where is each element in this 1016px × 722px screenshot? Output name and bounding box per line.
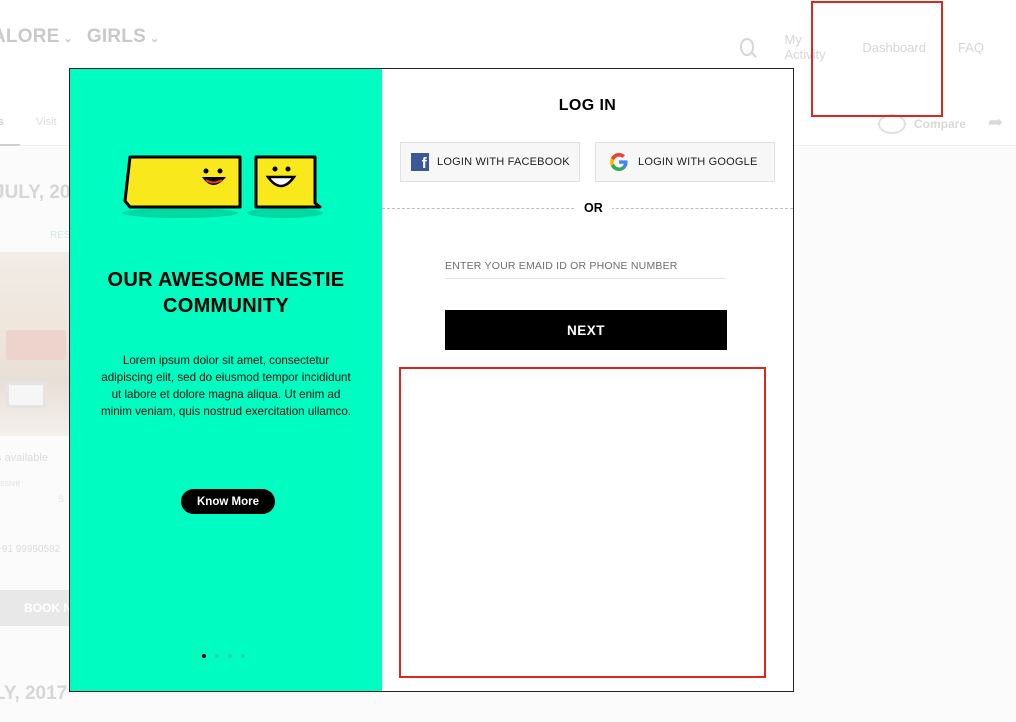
or-label: OR	[575, 201, 612, 215]
google-login-button[interactable]: LOGIN WITH GOOGLE	[595, 142, 775, 182]
promo-description: Lorem ipsum dolor sit amet, consectetur …	[100, 354, 351, 418]
photo-detail	[6, 382, 46, 408]
property-photo[interactable]	[0, 252, 69, 436]
small-text: S	[58, 494, 65, 504]
chevron-down-icon: ⌄	[149, 32, 160, 45]
book-button[interactable]: BOOK N	[0, 590, 69, 626]
promo-title: OUR AWESOME NESTIE COMMUNITY	[107, 269, 345, 317]
carousel-dots	[202, 654, 245, 658]
availability-text: s available	[0, 452, 48, 464]
google-login-label: LOGIN WITH GOOGLE	[638, 156, 758, 168]
phone-number: +91 99990582	[0, 544, 61, 555]
nav-gender-dropdown[interactable]: GIRLS ⌄	[87, 26, 159, 48]
highlight-box	[811, 1, 943, 117]
nav-city-dropdown[interactable]: ALORE⌄	[0, 26, 73, 48]
chevron-down-icon: ⌄	[63, 32, 73, 45]
compare-label: Compare	[914, 117, 967, 131]
nav-city-label: ALORE	[0, 26, 60, 47]
carousel-dot[interactable]	[215, 654, 219, 658]
carousel-dot[interactable]	[241, 654, 245, 658]
top-nav-left: ALORE⌄ GIRLS⌄	[0, 26, 159, 48]
know-more-button[interactable]: Know More	[181, 489, 275, 514]
date-heading: LY, 2017	[0, 683, 68, 704]
promo-panel: OUR AWESOME NESTIE COMMUNITY Lorem ipsum…	[70, 69, 382, 691]
mascot-illustration	[122, 155, 323, 218]
tab-underline	[0, 144, 20, 146]
facebook-icon: f	[411, 153, 429, 171]
carousel-dot[interactable]	[228, 654, 232, 658]
tab-visit[interactable]: Visit	[36, 116, 57, 128]
compare-icon	[878, 114, 906, 134]
nav-gender-label: GIRLS	[86, 26, 146, 47]
date-heading: JULY, 20	[0, 182, 71, 203]
photo-detail	[6, 330, 66, 360]
res-label: RES	[50, 230, 71, 241]
tab-active[interactable]: ts	[0, 116, 4, 128]
facebook-login-label: LOGIN WITH FACEBOOK	[437, 156, 570, 168]
small-text: ssive	[0, 478, 21, 488]
carousel-dot[interactable]	[202, 654, 206, 658]
login-title: LOG IN	[558, 97, 617, 114]
share-icon[interactable]: ➦	[988, 112, 1003, 133]
email-phone-input[interactable]	[445, 253, 726, 279]
facebook-login-button[interactable]: f LOGIN WITH FACEBOOK	[400, 142, 580, 182]
google-icon	[610, 153, 628, 171]
compare-button[interactable]: Compare	[878, 114, 966, 134]
highlight-box	[399, 367, 766, 678]
next-button[interactable]: NEXT	[445, 310, 727, 350]
nav-faq[interactable]: FAQ	[958, 40, 984, 55]
search-icon[interactable]	[740, 38, 755, 56]
